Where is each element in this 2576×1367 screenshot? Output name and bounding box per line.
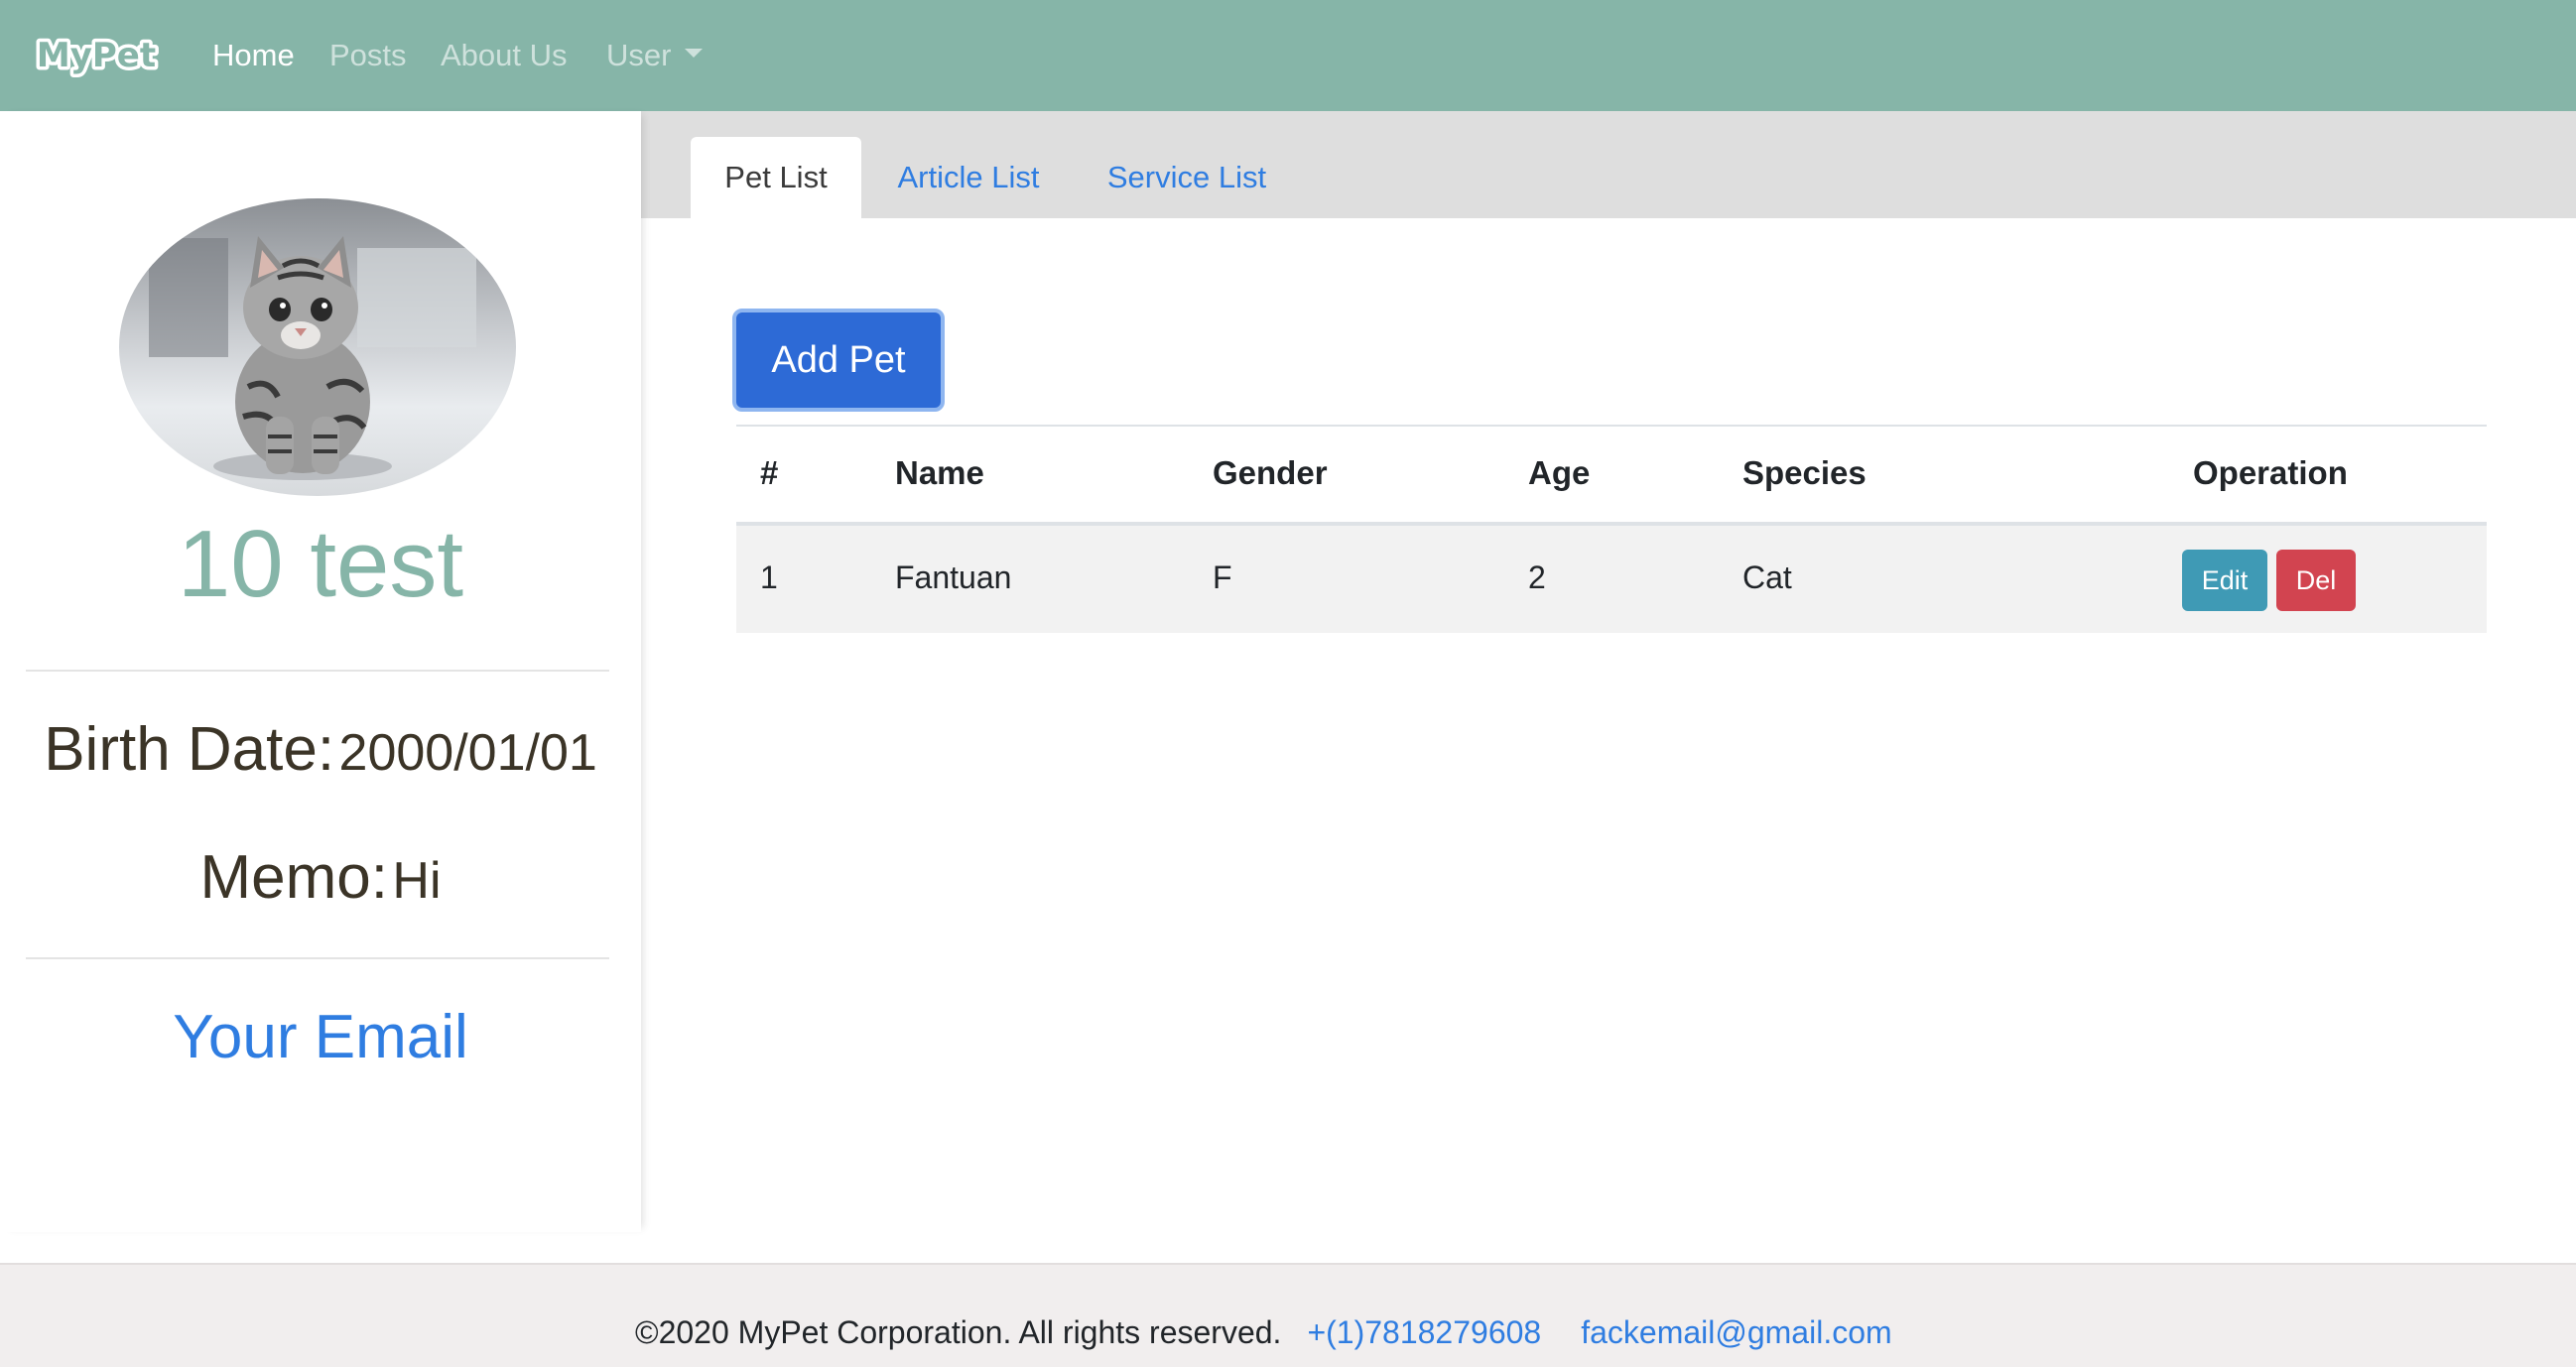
memo-label: Memo: bbox=[199, 843, 388, 912]
column-header-gender: Gender bbox=[1213, 454, 1328, 491]
footer-email-link[interactable]: fackemail@gmail.com bbox=[1581, 1314, 1891, 1351]
chevron-down-icon bbox=[685, 48, 704, 58]
tab-article-list[interactable]: Article List bbox=[869, 137, 1068, 218]
birth-date-value: 2000/01/01 bbox=[338, 724, 597, 782]
cell-name: Fantuan bbox=[895, 559, 1012, 595]
column-header-index: # bbox=[760, 454, 779, 491]
table-top-border bbox=[736, 425, 2487, 427]
edit-pet-button[interactable]: Edit bbox=[2182, 550, 2267, 611]
column-header-name: Name bbox=[895, 454, 984, 491]
cell-index: 1 bbox=[760, 559, 778, 595]
nav-user-label: User bbox=[606, 38, 672, 72]
tab-bar: Pet List Article List Service List bbox=[641, 111, 2576, 218]
footer: ©2020 MyPet Corporation. All rights rese… bbox=[0, 1263, 2576, 1367]
profile-sidebar: 10 test Birth Date: 2000/01/01 Memo: Hi … bbox=[0, 111, 641, 1232]
cell-species: Cat bbox=[1742, 559, 1792, 595]
birth-date-label: Birth Date: bbox=[44, 715, 335, 784]
birth-date: Birth Date: 2000/01/01 bbox=[0, 714, 641, 785]
delete-pet-button[interactable]: Del bbox=[2276, 550, 2356, 611]
footer-copyright: ©2020 MyPet Corporation. All rights rese… bbox=[635, 1314, 1282, 1350]
your-email-link[interactable]: Your Email bbox=[0, 1002, 641, 1072]
add-pet-button[interactable]: Add Pet bbox=[732, 309, 945, 412]
memo-value: Hi bbox=[392, 852, 442, 910]
nav-home[interactable]: Home bbox=[212, 0, 295, 111]
tab-pet-list[interactable]: Pet List bbox=[691, 137, 861, 218]
avatar bbox=[119, 198, 516, 496]
nav-about-us[interactable]: About Us bbox=[441, 0, 568, 111]
divider bbox=[26, 670, 609, 672]
svg-text:MyPet: MyPet bbox=[37, 36, 156, 75]
column-header-operation: Operation bbox=[2193, 454, 2348, 491]
column-header-species: Species bbox=[1742, 454, 1867, 491]
nav-posts[interactable]: Posts bbox=[329, 0, 407, 111]
mypet-logo-icon: MyPet MyPet bbox=[34, 33, 159, 79]
footer-phone-link[interactable]: +(1)7818279608 bbox=[1307, 1314, 1541, 1351]
brand-logo[interactable]: MyPet MyPet bbox=[34, 30, 159, 79]
kitten-avatar-icon bbox=[119, 198, 516, 496]
cell-gender: F bbox=[1213, 559, 1232, 595]
divider bbox=[26, 957, 609, 959]
column-header-age: Age bbox=[1528, 454, 1591, 491]
footer-row: ©2020 MyPet Corporation. All rights rese… bbox=[635, 1314, 1892, 1351]
memo: Memo: Hi bbox=[0, 842, 641, 913]
profile-name: 10 test bbox=[177, 511, 464, 617]
top-navbar: MyPet MyPet Home Posts About Us User bbox=[0, 0, 2576, 111]
tab-service-list[interactable]: Service List bbox=[1078, 137, 1296, 218]
nav-user-dropdown[interactable]: User bbox=[606, 0, 704, 111]
cell-age: 2 bbox=[1528, 559, 1546, 595]
